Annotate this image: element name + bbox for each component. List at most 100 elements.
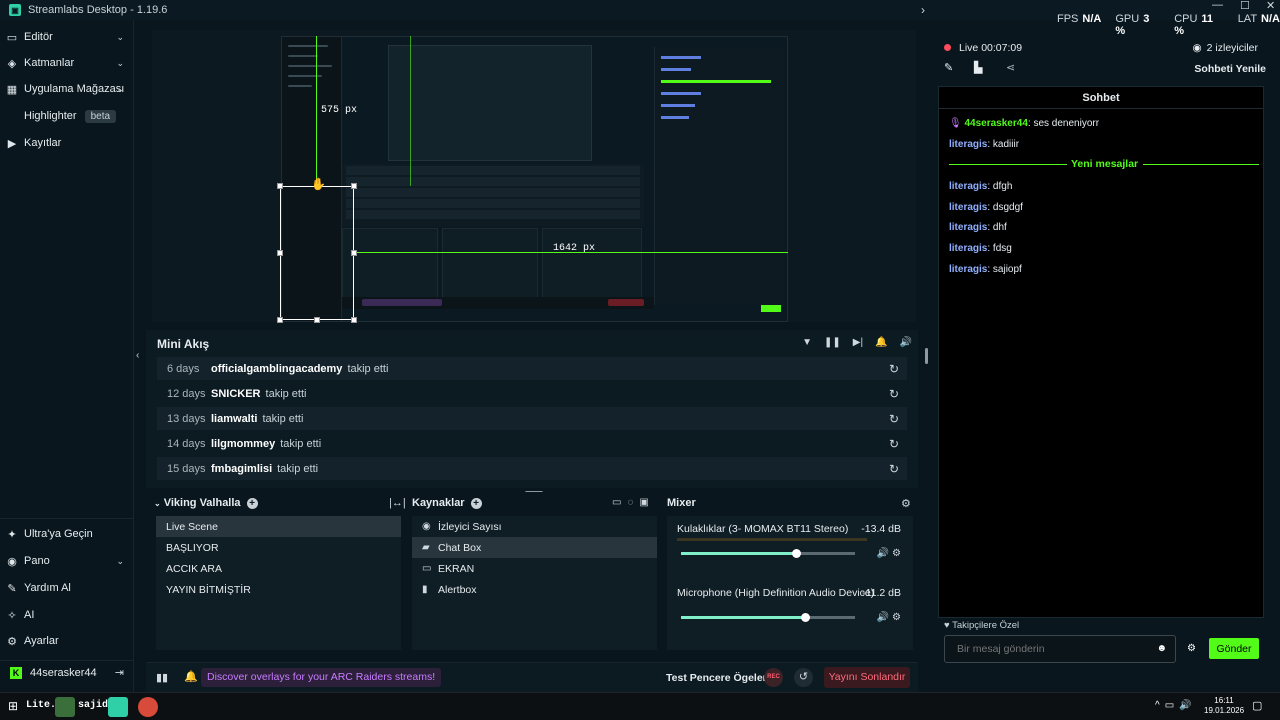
sidebar-item-layers[interactable]: ◈ Katmanlar ⌄ — [0, 50, 134, 76]
edit-icon[interactable]: ✎ — [944, 61, 953, 74]
emoji-icon[interactable]: ☻ — [1156, 643, 1167, 654]
mixer-title: Mixer — [667, 497, 696, 509]
width-measure-label: 1642 px — [553, 243, 596, 254]
mute-icon[interactable]: 🔊 ⚙ — [877, 612, 901, 623]
editor-icon: ▭ — [6, 31, 18, 44]
stat-fps: FPS N/A — [1057, 13, 1102, 25]
beta-badge: beta — [84, 109, 117, 123]
stats-chart-icon[interactable]: ▮▮ — [156, 671, 168, 684]
channel-name: Kulaklıklar (3- MOMAX BT11 Stereo) — [677, 523, 849, 535]
volume-icon[interactable]: 🔊 — [900, 337, 912, 348]
replay-icon[interactable]: ↻ — [889, 362, 899, 376]
sidebar-divider — [0, 518, 134, 519]
chevron-down-icon: ⌄ — [116, 31, 124, 42]
end-stream-button[interactable]: Yayını Sonlandır — [824, 667, 910, 688]
resize-handle[interactable] — [314, 317, 320, 323]
bell-icon[interactable]: 🔔 — [875, 337, 887, 348]
send-button[interactable]: Gönder — [1209, 638, 1259, 659]
scene-item[interactable]: YAYIN BİTMİŞTİR — [156, 579, 401, 600]
refresh-chat-button[interactable]: Sohbeti Yenile — [1194, 63, 1266, 75]
system-tray-icons[interactable]: ^▭🔊 — [1155, 700, 1197, 711]
filter-icon[interactable]: ▼ — [802, 337, 812, 348]
chat-icon: ▰ — [422, 542, 430, 553]
replay-icon[interactable]: ↻ — [889, 462, 899, 476]
system-clock[interactable]: 16:11 19.01.2026 — [1204, 696, 1244, 716]
pause-icon[interactable]: ❚❚ — [824, 337, 841, 348]
close-button[interactable]: ✕ — [1266, 0, 1275, 12]
slider-knob[interactable] — [800, 613, 810, 622]
mixer-settings-icon[interactable]: ⚙ — [901, 497, 911, 510]
chrome-taskbar-icon[interactable] — [138, 697, 158, 717]
channel-db: -11.2 dB — [862, 587, 901, 599]
user-account[interactable]: K 44serasker44 ⇥ — [0, 660, 134, 684]
source-item[interactable]: ▰ Chat Box — [412, 537, 657, 558]
volume-slider[interactable] — [681, 613, 855, 622]
replay-icon[interactable]: ↻ — [889, 412, 899, 426]
sidebar-item-ai[interactable]: ✧ AI — [0, 602, 134, 628]
volume-slider[interactable] — [681, 549, 855, 558]
resize-handle[interactable] — [277, 183, 283, 189]
chevron-down-icon: ⌄ — [116, 83, 124, 94]
source-item[interactable]: ▭ EKRAN — [412, 558, 657, 579]
skip-icon[interactable]: ▶| — [853, 337, 863, 348]
scene-item[interactable]: Live Scene — [156, 516, 401, 537]
chat-message: literagis: dfgh — [949, 181, 1013, 192]
sidebar-item-recordings[interactable]: ▶ Kayıtlar — [0, 130, 134, 156]
notification-bell-icon[interactable]: 🔔 — [184, 670, 198, 683]
nested-scene-preview — [388, 45, 592, 161]
chevron-down-icon: ⌄ — [116, 57, 124, 68]
record-button[interactable]: REC — [764, 668, 783, 687]
replay-icon[interactable]: ↻ — [889, 387, 899, 401]
sidebar-item-highlighter[interactable]: Highlighter beta — [0, 103, 134, 129]
sidebar-item-editor[interactable]: ▭ Editör ⌄ — [0, 24, 134, 50]
chat-settings-icon[interactable]: ⚙ — [1187, 643, 1196, 654]
add-source-button[interactable]: + — [470, 497, 482, 509]
resize-handle[interactable] — [351, 317, 357, 323]
sidebar-item-ultra[interactable]: ✦ Ultra'ya Geçin — [0, 521, 134, 547]
feed-user: officialgamblingacademy — [211, 362, 343, 375]
maximize-button[interactable]: ☐ — [1240, 0, 1250, 12]
collapse-chat-icon[interactable]: › — [921, 3, 925, 17]
minimize-button[interactable]: — — [1212, 0, 1223, 11]
streamlabs-taskbar-icon[interactable] — [108, 697, 128, 717]
promo-banner[interactable]: Discover overlays for your ARC Raiders s… — [201, 668, 442, 687]
replay-buffer-button[interactable]: ↺ — [794, 668, 813, 687]
mute-icon[interactable]: 🔊 ⚙ — [877, 548, 901, 559]
slider-knob[interactable] — [791, 549, 801, 558]
add-scene-button[interactable]: + — [246, 497, 258, 509]
chat-message-input[interactable] — [945, 636, 1145, 662]
sources-list: ◉ İzleyici Sayısı ▰ Chat Box ▭ EKRAN ▮ Alert… — [412, 516, 657, 650]
taskbar-app-icon[interactable] — [55, 697, 75, 717]
selection-box[interactable] — [280, 186, 354, 320]
scene-item[interactable]: ACCIK ARA — [156, 558, 401, 579]
sidebar-item-store[interactable]: ▦ Uygulama Mağazası ⌄ — [0, 76, 134, 102]
replay-icon[interactable]: ↻ — [889, 437, 899, 451]
sidebar-item-label: Katmanlar — [24, 57, 75, 69]
sidebar-item-help[interactable]: ✎ Yardım Al — [0, 575, 134, 601]
guide-line — [410, 36, 411, 186]
scene-item[interactable]: BAŞLIYOR — [156, 537, 401, 558]
logout-icon[interactable]: ⇥ — [115, 666, 124, 679]
sidebar-item-dashboard[interactable]: ◉ Pano ⌄ — [0, 548, 134, 574]
source-item[interactable]: ▮ Alertbox — [412, 579, 657, 600]
resize-handle[interactable] — [351, 250, 357, 256]
resize-handle[interactable] — [277, 317, 283, 323]
channel-db: -13.4 dB — [861, 523, 901, 535]
source-item[interactable]: ◉ İzleyici Sayısı — [412, 516, 657, 537]
windows-start-icon[interactable]: ⊞ — [8, 699, 18, 713]
collapse-left-icon[interactable]: ‹ — [136, 350, 139, 361]
kick-logo-icon: K — [10, 666, 22, 679]
scene-transition-icon[interactable]: |↔| — [389, 497, 406, 509]
dashboard-card-icon[interactable]: ▙ — [974, 61, 982, 74]
source-tools-icons[interactable]: ▭◌▣ — [612, 497, 655, 508]
new-messages-divider: Yeni mesajlar — [949, 158, 1259, 170]
resize-handle[interactable] — [277, 250, 283, 256]
feed-action: takip etti — [265, 387, 307, 400]
scrollbar[interactable] — [925, 348, 928, 364]
notifications-icon[interactable]: ▢ — [1252, 699, 1262, 712]
feed-date: 15 days — [167, 462, 206, 475]
resize-handle[interactable] — [351, 183, 357, 189]
sidebar-item-settings[interactable]: ⚙ Ayarlar — [0, 628, 134, 654]
share-icon[interactable]: ⋖ — [1006, 61, 1015, 74]
sidebar-item-label: Editör — [24, 31, 53, 43]
